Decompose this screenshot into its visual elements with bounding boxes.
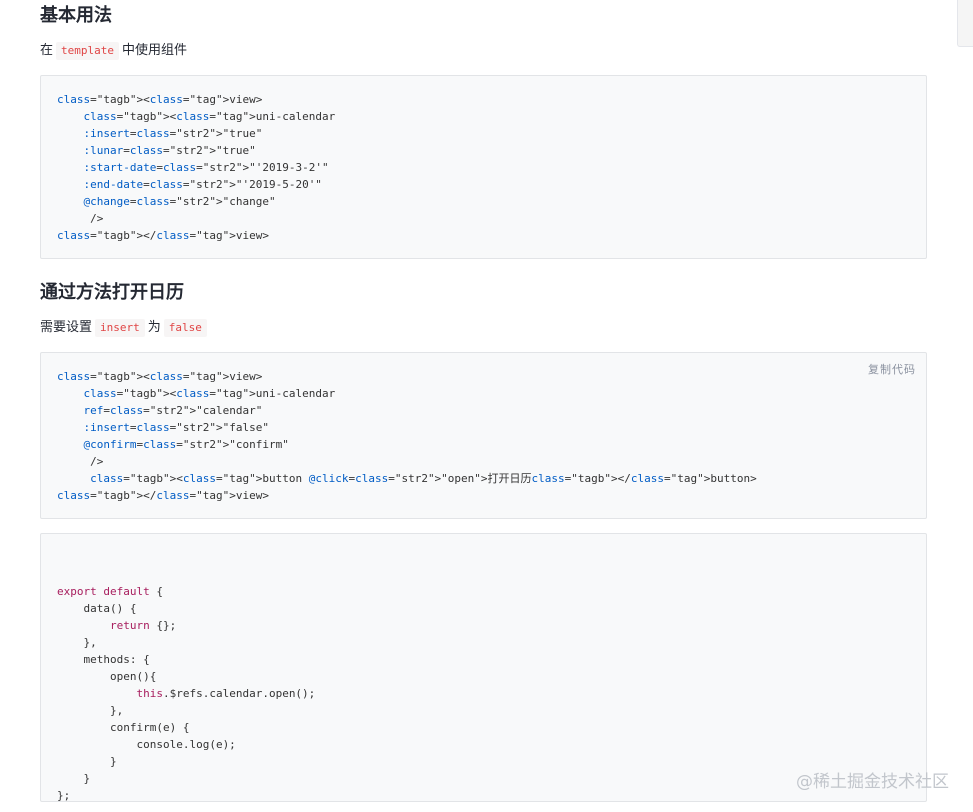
code-content: export default { data() { return {}; }, … bbox=[57, 585, 316, 802]
copy-code-button[interactable]: 复制代码 bbox=[868, 361, 916, 377]
section-heading-basic-usage: 基本用法 bbox=[40, 5, 112, 26]
section-desc-basic-usage: 在 template 中使用组件 bbox=[40, 41, 187, 61]
desc-text: 需要设置 bbox=[40, 320, 93, 335]
watermark: @稀土掘金技术社区 bbox=[796, 772, 949, 792]
code-block-basic: class="tagb"><class="tag">view> class="t… bbox=[40, 75, 927, 259]
desc-text: 中使用组件 bbox=[122, 43, 188, 58]
desc-text: 为 bbox=[147, 320, 161, 335]
code-block-method-template: 复制代码 class="tagb"><class="tag">view> cla… bbox=[40, 352, 927, 519]
code-content: class="tagb"><class="tag">view> class="t… bbox=[57, 370, 757, 502]
section-desc-open-by-method: 需要设置 insert 为 false bbox=[40, 318, 210, 338]
inline-code-insert: insert bbox=[95, 319, 145, 337]
inline-code-template: template bbox=[56, 42, 119, 60]
code-block-method-script: export default { data() { return {}; }, … bbox=[40, 533, 927, 802]
section-heading-open-by-method: 通过方法打开日历 bbox=[40, 282, 184, 303]
code-content: class="tagb"><class="tag">view> class="t… bbox=[57, 93, 336, 242]
side-scroll-handle[interactable] bbox=[957, 0, 973, 47]
desc-text: 在 bbox=[40, 43, 54, 58]
inline-code-false: false bbox=[163, 319, 207, 337]
